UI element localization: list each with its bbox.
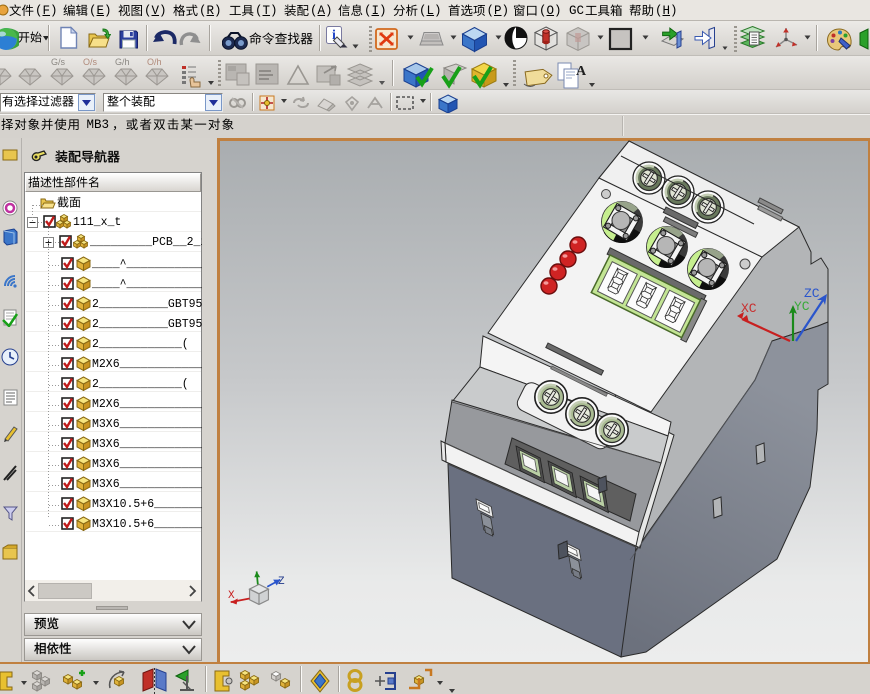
- svg-text:A: A: [576, 64, 586, 79]
- svg-text:ZC: ZC: [804, 286, 820, 301]
- svg-text:Z: Z: [278, 576, 285, 588]
- svg-text:YC: YC: [794, 299, 810, 314]
- svg-text:X: X: [228, 590, 235, 602]
- svg-text:XC: XC: [741, 301, 757, 316]
